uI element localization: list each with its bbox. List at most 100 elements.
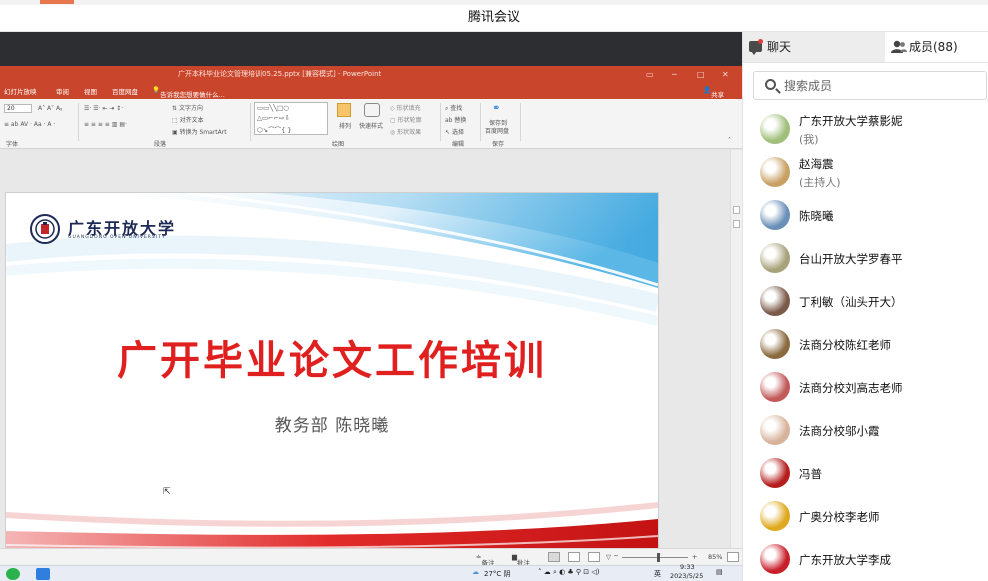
member-item[interactable]: 法商分校邬小霞 <box>743 408 988 451</box>
member-search-box[interactable] <box>753 71 987 100</box>
shared-screen: 广开本科毕业论文管理培训05.25.pptx [兼容模式] - PowerPoi… <box>0 32 742 581</box>
avatar-image <box>760 114 790 144</box>
avatar-image <box>760 544 790 574</box>
ppt-minimize-icon[interactable]: ─ <box>672 66 677 83</box>
arrange-icon[interactable] <box>337 103 351 117</box>
shapes-row-icon: ⬡↘⌒⌒{ } <box>257 126 292 134</box>
zoom-slider[interactable] <box>622 557 688 558</box>
app-title: 腾讯会议 <box>467 10 520 25</box>
member-name: 赵海震 <box>799 157 834 171</box>
zoom-in-icon[interactable]: + <box>692 553 697 561</box>
quick-styles-label[interactable]: 快速样式 <box>359 121 383 130</box>
ppt-status-bar: ≐ 备注 ▆ 批注 ▽ ─ + 85% <box>0 548 742 567</box>
top-strip-accent <box>40 0 74 4</box>
select-button[interactable]: ↖ 选择 <box>445 127 464 136</box>
shape-outline-button[interactable]: ▢ 形状轮廓 <box>390 115 422 124</box>
notification-icon[interactable]: ▤ <box>716 568 723 576</box>
ribbon-collapse-icon[interactable]: ˄ <box>728 137 731 144</box>
align-icons[interactable]: ≡ ≡ ≡ ≡ ▥ ▤· <box>84 121 127 128</box>
avatar-image <box>760 415 790 445</box>
zoom-level[interactable]: 85% <box>708 553 722 561</box>
ppt-tab-view[interactable]: 视图 <box>84 86 97 96</box>
avatar <box>760 114 790 144</box>
ribbon-separator <box>520 103 521 141</box>
ppt-tab-slideshow[interactable]: 幻灯片放映 <box>4 86 37 96</box>
member-item[interactable]: 法商分校刘高志老师 <box>743 365 988 408</box>
font-format-icons[interactable]: ≡ ab AV · Aa · A · <box>4 121 55 128</box>
text-direction-label: 文字方向 <box>178 105 203 112</box>
member-item[interactable]: 广东开放大学李成 <box>743 537 988 580</box>
avatar <box>760 157 790 187</box>
ppt-share-button[interactable]: 👤 共享 <box>703 86 724 99</box>
comments-button[interactable]: ▆ 批注 <box>512 553 530 567</box>
member-name: 陈晓曦 <box>799 209 834 223</box>
ribbon-group-drawing: 绘图 <box>332 141 345 148</box>
ribbon-separator <box>480 103 481 141</box>
taskbar-date[interactable]: 2023/5/25 <box>670 572 703 580</box>
member-item[interactable]: 法商分校陈红老师 <box>743 322 988 365</box>
ppt-tab-review[interactable]: 审阅 <box>56 86 69 96</box>
replace-button[interactable]: ab 替换 <box>445 115 466 124</box>
member-search-input[interactable] <box>784 76 979 96</box>
shapes-gallery[interactable]: ▭▭╲╲□○ △▭⌐⌐⇨⇩ ⬡↘⌒⌒{ } <box>254 102 328 135</box>
unread-dot <box>758 39 763 44</box>
avatar <box>760 243 790 273</box>
ppt-tell-me[interactable]: 💡 告诉我您想要做什么... <box>152 86 225 99</box>
member-item[interactable]: 广东开放大学蔡影妮 (我) <box>743 107 988 150</box>
avatar-image <box>760 372 790 402</box>
notes-button[interactable]: ≐ 备注 <box>476 553 494 567</box>
member-item[interactable]: 赵海震 (主持人) <box>743 150 988 193</box>
member-item[interactable]: 台山开放大学罗春平 <box>743 236 988 279</box>
member-item[interactable]: 陈晓曦 <box>743 193 988 236</box>
shape-fill-button[interactable]: ◇ 形状填充 <box>390 103 421 112</box>
font-size-box[interactable]: 20 <box>4 104 32 113</box>
vertical-scrollbar[interactable] <box>730 150 742 548</box>
zoom-out-icon[interactable]: ─ <box>614 552 618 560</box>
baidu-disk-label[interactable]: 百度网盘 <box>485 126 509 135</box>
baidu-disk-icon[interactable]: ⚭ <box>492 103 500 114</box>
taskbar-time[interactable]: 9:33 <box>680 563 695 571</box>
zoom-slider-thumb[interactable] <box>657 553 661 562</box>
list-icons[interactable]: ☰· ☰· ⇤ ⇥ ↕· <box>84 105 123 112</box>
align-text-button[interactable]: ⬚ 对齐文本 <box>172 115 204 124</box>
member-item[interactable]: 广奥分校李老师 <box>743 494 988 537</box>
slideshow-icon[interactable]: ▽ <box>606 553 611 561</box>
input-method[interactable]: 英 <box>654 569 661 579</box>
weather-text[interactable]: 27°C 阴 <box>484 569 511 579</box>
scroll-up-icon[interactable] <box>733 206 740 214</box>
quick-styles-icon[interactable] <box>364 103 380 117</box>
mouse-cursor-icon: ⇱ <box>163 487 171 497</box>
slide-subtitle: 教务部 陈晓曦 <box>274 416 390 436</box>
ppt-close-icon[interactable]: ✕ <box>722 66 729 83</box>
reading-view-icon[interactable] <box>588 552 600 562</box>
ppt-tab-baidu[interactable]: 百度网盘 <box>112 86 138 96</box>
smartart-button[interactable]: ▣ 转换为 SmartArt <box>172 127 227 136</box>
member-name: 冯普 <box>799 467 822 481</box>
ppt-maximize-icon[interactable]: □ <box>697 66 705 83</box>
member-list: 广东开放大学蔡影妮 (我) 赵海震 (主持人) 陈晓曦 台山开放大学罗春平 丁利… <box>743 107 988 581</box>
avatar-image <box>760 458 790 488</box>
tab-members[interactable]: 成员(88) <box>885 32 988 62</box>
member-item[interactable]: 冯普 <box>743 451 988 494</box>
arrange-label[interactable]: 排列 <box>339 121 351 130</box>
font-grow-icons[interactable]: A˄ A˅ Aᵪ <box>38 105 62 112</box>
find-button[interactable]: ⌕ 查找 <box>445 103 462 113</box>
windows-taskbar: ☁ 27°C 阴 ˄ ☁ ⌕ ◐ ♣ ⚲ ⊡ ◁) 英 9:33 2023/5/… <box>0 563 742 581</box>
university-seal-icon <box>30 214 60 244</box>
scroll-down-icon[interactable] <box>733 220 740 228</box>
tray-icons[interactable]: ˄ ☁ ⌕ ◐ ♣ ⚲ ⊡ ◁) <box>538 568 600 577</box>
member-panel: 聊天 成员(88) 广东开放大学蔡影妮 (我) 赵海震 (主持人) <box>742 32 988 581</box>
wechat-icon[interactable] <box>6 568 20 580</box>
tab-chat[interactable]: 聊天 <box>743 32 885 62</box>
normal-view-icon[interactable] <box>548 552 560 562</box>
slide-sorter-icon[interactable] <box>568 552 580 562</box>
member-item[interactable]: 丁利敏（汕头开大） <box>743 279 988 322</box>
fit-to-window-icon[interactable] <box>727 552 739 562</box>
shape-fill-label: 形状填充 <box>396 105 421 112</box>
ppt-window-title: 广开本科毕业论文管理培训05.25.pptx [兼容模式] - PowerPoi… <box>178 70 382 78</box>
shape-effect-button[interactable]: ◎ 形状效果 <box>390 127 421 136</box>
photos-icon[interactable] <box>36 568 50 580</box>
ppt-ribbon-display-icon[interactable]: ▭ <box>646 66 654 83</box>
member-role: (我) <box>799 133 819 146</box>
text-direction-button[interactable]: ⇅ 文字方向 <box>172 103 203 112</box>
